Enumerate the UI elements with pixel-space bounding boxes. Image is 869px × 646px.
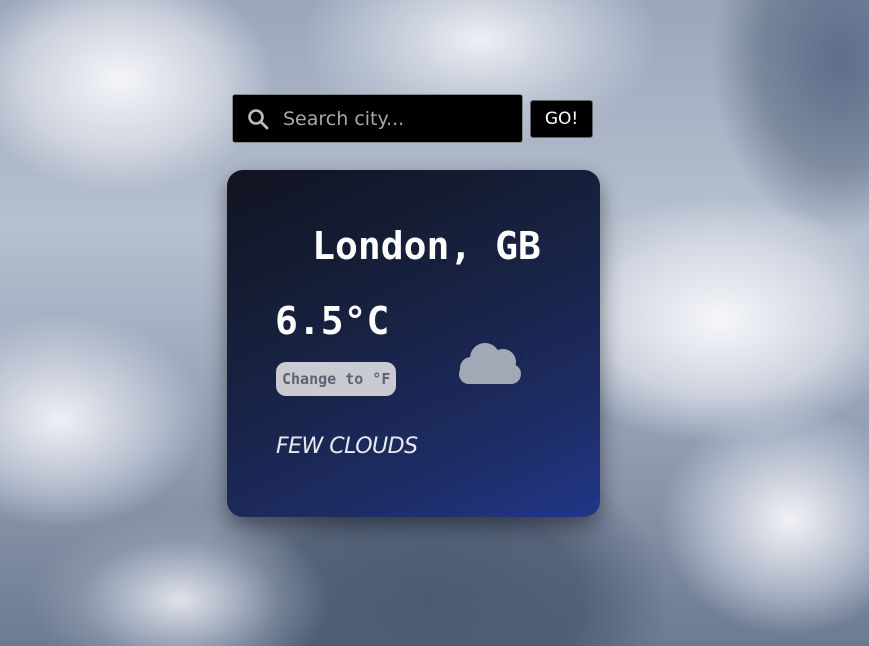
search-icon [247, 108, 269, 130]
weather-card: London, GB 6.5°C Change to °F FEW CLOUDS [227, 170, 600, 517]
weather-page: { "search": { "placeholder": "Search cit… [0, 0, 869, 646]
few-clouds-night-icon [455, 306, 553, 386]
go-button[interactable]: GO! [530, 100, 593, 138]
temperature-value: 6.5°C [275, 299, 390, 343]
unit-toggle-button[interactable]: Change to °F [276, 362, 397, 396]
city-name: London, GB [312, 224, 541, 268]
search-bar [232, 94, 523, 143]
search-input[interactable] [283, 95, 513, 142]
weather-description: FEW CLOUDS [276, 434, 418, 459]
